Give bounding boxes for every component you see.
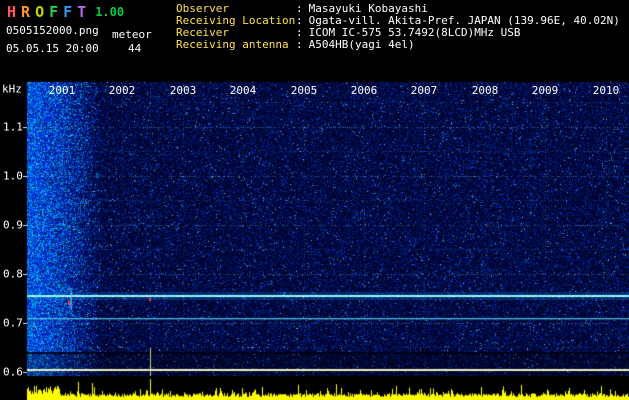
app-title-letter: R: [21, 3, 31, 21]
time-tick-label: 2004: [229, 84, 257, 97]
observation-datetime: 05.05.15 20:00: [6, 42, 99, 55]
meteor-echo-count: 44: [128, 42, 142, 55]
app-title: H R O F F T 1.00: [7, 3, 124, 21]
frequency-tick-label: 1.0: [3, 169, 23, 183]
time-tick-label: 2009: [531, 84, 559, 97]
app-title-letters: HROFFT: [7, 3, 91, 21]
info-value: A504HB(yagi 4el): [308, 38, 415, 51]
spectrogram-canvas: [0, 0, 629, 400]
time-tick-label: 2002: [108, 84, 136, 97]
frequency-tick-label: 0.9: [3, 218, 23, 232]
frequency-tick-label: 1.1: [3, 120, 23, 134]
station-info: Observer: Masayuki Kobayashi Receiving Lo…: [176, 3, 620, 51]
frequency-tick-label: 0.7: [3, 316, 23, 330]
frequency-unit-label: kHz: [2, 82, 22, 96]
time-tick-label: 2007: [410, 84, 438, 97]
app-title-letter: H: [7, 3, 17, 21]
app-title-letter: T: [77, 3, 87, 21]
time-tick-label: 2003: [169, 84, 197, 97]
time-tick-label: 2001: [48, 84, 76, 97]
time-tick-label: 2010: [592, 84, 620, 97]
app-title-letter: F: [49, 3, 59, 21]
app-version: 1.00: [95, 5, 125, 19]
info-colon: :: [296, 38, 303, 51]
frequency-tick-label: 0.8: [3, 267, 23, 281]
station-info-row: Receiving antenna: A504HB(yagi 4el): [176, 39, 620, 51]
app-title-letter: F: [63, 3, 73, 21]
info-label: Receiving antenna: [176, 38, 289, 51]
time-tick-label: 2005: [290, 84, 318, 97]
frequency-tick-label: 0.6: [3, 365, 23, 379]
time-tick-label: 2006: [350, 84, 378, 97]
observation-mode: meteor: [112, 28, 152, 41]
app-title-letter: O: [35, 3, 45, 21]
output-filename: 0505152000.png: [6, 24, 99, 37]
time-tick-label: 2008: [471, 84, 499, 97]
hrofft-output: H R O F F T 1.00 0505152000.png meteor 05.05.1…: [0, 0, 629, 400]
